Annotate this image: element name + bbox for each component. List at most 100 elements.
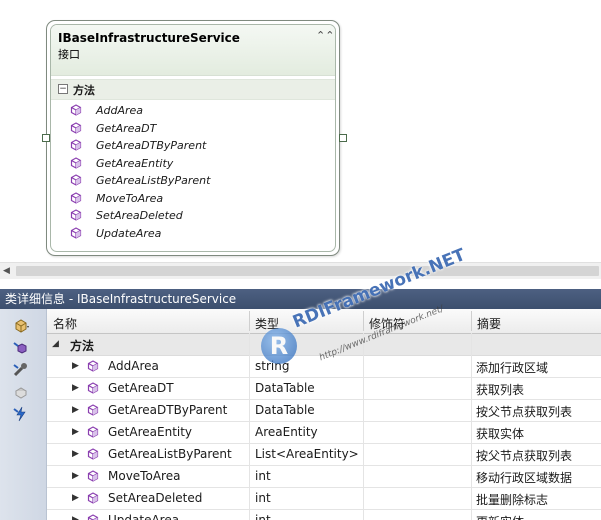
member-name: GetAreaDT [96, 121, 157, 135]
method-cube-icon [87, 426, 99, 438]
member-name-cell[interactable]: GetAreaListByParent [108, 447, 232, 461]
grid-line [249, 333, 250, 520]
member-name-cell[interactable]: AddArea [108, 359, 159, 373]
horizontal-scrollbar[interactable]: ◀ [0, 262, 601, 279]
member-summary-cell[interactable]: 按父节点获取列表 [476, 403, 572, 420]
method-cube-icon [70, 156, 82, 169]
grid-line [471, 333, 472, 520]
column-header-summary[interactable]: 摘要 [477, 315, 501, 332]
member-item[interactable]: SetAreaDeleted [51, 207, 335, 225]
method-cube-icon [87, 382, 99, 394]
member-rows: ▶ AddArea string 添加行政区域 ▶ GetAreaDT DataTable 获… [47, 356, 601, 520]
member-name-cell[interactable]: SetAreaDeleted [108, 491, 202, 505]
member-item[interactable]: GetAreaDTByParent [51, 137, 335, 155]
member-type-cell[interactable]: DataTable [255, 403, 315, 417]
member-name-cell[interactable]: GetAreaEntity [108, 425, 192, 439]
member-name-cell[interactable]: GetAreaDTByParent [108, 403, 227, 417]
member-item[interactable]: AddArea [51, 102, 335, 120]
scrollbar-thumb[interactable] [16, 266, 599, 276]
member-name-cell[interactable]: GetAreaDT [108, 381, 174, 395]
member-type-cell[interactable]: string [255, 359, 289, 373]
interface-name: IBaseInfrastructureService [58, 31, 240, 45]
method-cube-icon [70, 174, 82, 186]
interface-shape-header[interactable]: IBaseInfrastructureService 接口 ⌃⌃ [51, 25, 335, 76]
expand-arrow-icon[interactable]: ▶ [72, 361, 79, 371]
member-name: UpdateArea [96, 226, 162, 240]
method-cube-icon [70, 104, 82, 116]
methods-group-row[interactable]: ◢ 方法 [47, 334, 601, 356]
new-member-icon[interactable] [12, 317, 30, 335]
method-cube-icon [87, 514, 99, 520]
column-header-type[interactable]: 类型 [255, 315, 279, 332]
event-icon[interactable] [12, 405, 30, 423]
member-type-cell[interactable]: AreaEntity [255, 425, 318, 439]
section-collapse-icon[interactable]: − [58, 84, 68, 94]
table-row[interactable]: ▶ UpdateArea int 更新实体 [47, 510, 601, 520]
column-separator[interactable] [471, 311, 472, 331]
method-cube-icon [87, 448, 99, 460]
member-name: GetAreaListByParent [96, 174, 211, 187]
method-cube-icon [87, 360, 99, 372]
class-diagram-canvas[interactable]: IBaseInfrastructureService 接口 ⌃⌃ − 方法 Ad… [0, 0, 601, 262]
member-item[interactable]: GetAreaEntity [51, 155, 335, 173]
member-summary-cell[interactable]: 移动行政区域数据 [476, 469, 572, 486]
member-name-cell[interactable]: UpdateArea [108, 513, 179, 520]
table-row[interactable]: ▶ AddArea string 添加行政区域 [47, 356, 601, 378]
member-name: GetAreaEntity [96, 156, 174, 170]
member-summary-cell[interactable]: 更新实体 [476, 513, 524, 520]
expand-arrow-icon[interactable]: ▶ [72, 405, 79, 415]
expand-arrow-icon[interactable]: ▶ [72, 493, 79, 503]
member-type-cell[interactable]: int [255, 513, 271, 520]
interface-shape[interactable]: IBaseInfrastructureService 接口 ⌃⌃ − 方法 Ad… [46, 20, 340, 256]
method-cube-icon [70, 139, 82, 151]
expand-arrow-icon[interactable]: ▶ [72, 515, 79, 520]
expand-arrow-icon[interactable]: ▶ [72, 471, 79, 481]
members-grid[interactable]: 名称 类型 修饰符 摘要 ◢ 方法 ▶ AddArea string 添加行政区域 ▶ G… [47, 309, 601, 520]
member-summary-cell[interactable]: 按父节点获取列表 [476, 447, 572, 464]
column-separator[interactable] [363, 311, 364, 331]
member-type-cell[interactable]: List<AreaEntity> [255, 447, 359, 461]
table-row[interactable]: ▶ MoveToArea int 移动行政区域数据 [47, 466, 601, 488]
table-row[interactable]: ▶ GetAreaEntity AreaEntity 获取实体 [47, 422, 601, 444]
member-summary-cell[interactable]: 批量删除标志 [476, 491, 548, 508]
expand-arrow-icon[interactable]: ▶ [72, 449, 79, 459]
class-details-title-bar: 类详细信息 - IBaseInfrastructureService [0, 289, 601, 309]
methods-section-title: 方法 [73, 84, 95, 97]
grid-header: 名称 类型 修饰符 摘要 [47, 309, 601, 334]
table-row[interactable]: ▶ GetAreaListByParent List<AreaEntity> 按父节点… [47, 444, 601, 466]
collapse-chevron-icon[interactable]: ⌃⌃ [316, 29, 334, 43]
expanded-triangle-icon[interactable]: ◢ [52, 339, 59, 349]
column-separator[interactable] [249, 311, 250, 331]
column-header-name[interactable]: 名称 [53, 315, 77, 332]
resize-handle-left[interactable] [42, 134, 50, 142]
field-icon[interactable] [12, 383, 30, 401]
table-row[interactable]: ▶ GetAreaDTByParent DataTable 按父节点获取列表 [47, 400, 601, 422]
method-icon[interactable] [12, 339, 30, 357]
resize-handle-right[interactable] [339, 134, 347, 142]
table-row[interactable]: ▶ SetAreaDeleted int 批量删除标志 [47, 488, 601, 510]
member-name: SetAreaDeleted [96, 209, 183, 222]
member-type-cell[interactable]: int [255, 469, 271, 483]
member-item[interactable]: MoveToArea [51, 190, 335, 208]
property-icon[interactable] [12, 361, 30, 379]
member-summary-cell[interactable]: 添加行政区域 [476, 359, 548, 376]
column-header-modifier[interactable]: 修饰符 [369, 315, 405, 332]
member-item[interactable]: GetAreaListByParent [51, 172, 335, 190]
member-item[interactable]: UpdateArea [51, 225, 335, 243]
expand-arrow-icon[interactable]: ▶ [72, 427, 79, 437]
member-name-cell[interactable]: MoveToArea [108, 469, 180, 483]
methods-group-label: 方法 [70, 339, 95, 353]
method-cube-icon [87, 404, 99, 416]
interface-kind-label: 接口 [58, 48, 80, 61]
member-summary-cell[interactable]: 获取实体 [476, 425, 524, 442]
method-cube-icon [70, 226, 82, 239]
member-summary-cell[interactable]: 获取列表 [476, 381, 524, 398]
member-type-cell[interactable]: DataTable [255, 381, 315, 395]
scroll-left-arrow-icon[interactable]: ◀ [3, 266, 10, 276]
member-item[interactable]: GetAreaDT [51, 120, 335, 138]
member-type-cell[interactable]: int [255, 491, 271, 505]
expand-arrow-icon[interactable]: ▶ [72, 383, 79, 393]
method-cube-icon [70, 209, 82, 221]
table-row[interactable]: ▶ GetAreaDT DataTable 获取列表 [47, 378, 601, 400]
methods-section-header[interactable]: − 方法 [51, 79, 335, 100]
